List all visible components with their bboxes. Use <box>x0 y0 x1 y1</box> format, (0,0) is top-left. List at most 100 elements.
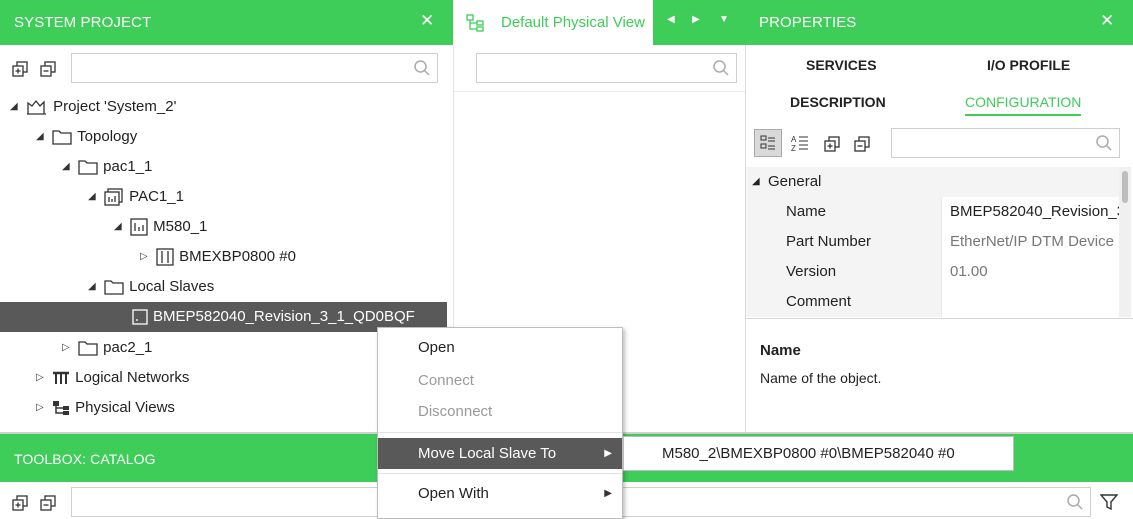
menu-item-label: Move Local Slave To <box>418 445 557 462</box>
submenu-arrow-icon: ▶ <box>604 488 612 499</box>
folder-icon <box>52 130 72 145</box>
tree-item-local-slaves[interactable]: ◢ Local Slaves <box>88 272 214 302</box>
folder-icon <box>78 160 98 175</box>
tab-next-icon[interactable]: ▶ <box>692 14 700 25</box>
search-icon <box>1096 135 1112 151</box>
collapse-all-icon[interactable] <box>854 136 871 153</box>
tab-services[interactable]: SERVICES <box>806 57 877 73</box>
search-icon <box>414 60 430 76</box>
property-row-part-number[interactable]: Part Number EtherNet/IP DTM Device <box>746 227 1119 257</box>
svg-text:A: A <box>791 135 797 144</box>
menu-item-open[interactable]: Open <box>378 332 622 363</box>
submenu-item-label: M580_2\BMEXBP0800 #0\BMEP582040 #0 <box>662 445 955 462</box>
tree-item-physical-views[interactable]: ▷ Physical Views <box>36 393 175 423</box>
tree-item-label: Logical Networks <box>75 369 190 386</box>
property-grid-scrollbar[interactable] <box>1119 167 1131 317</box>
sort-alphabetical-icon[interactable]: AZ <box>791 134 809 152</box>
property-group-general[interactable]: ◢ General <box>746 167 1119 197</box>
search-icon <box>713 60 729 76</box>
tab-prev-icon[interactable]: ◀ <box>667 14 675 25</box>
property-value: 01.00 <box>941 257 1119 287</box>
properties-search-input[interactable] <box>891 128 1120 158</box>
expand-all-icon[interactable] <box>12 495 29 512</box>
tab-default-physical-view[interactable]: Default Physical View <box>453 0 653 45</box>
collapse-arrow-icon[interactable]: ◢ <box>36 122 48 152</box>
tree-item-label: PAC1_1 <box>129 188 184 205</box>
search-icon <box>1067 494 1083 510</box>
folder-icon <box>78 341 98 356</box>
system-project-search-input[interactable] <box>71 53 438 83</box>
property-key: Name <box>786 203 827 220</box>
expand-all-icon[interactable] <box>12 61 29 78</box>
rack-icon <box>156 248 174 266</box>
tree-item-label: Project 'System_2' <box>53 98 177 115</box>
property-value[interactable] <box>941 287 1119 317</box>
expand-arrow-icon[interactable]: ▷ <box>62 333 74 363</box>
categorized-view-button[interactable] <box>754 129 782 157</box>
properties-title: PROPERTIES <box>759 14 857 31</box>
module-icon <box>132 309 148 325</box>
tab-description[interactable]: DESCRIPTION <box>790 94 886 110</box>
expand-arrow-icon[interactable]: ▷ <box>36 393 48 423</box>
close-icon[interactable]: ✕ <box>420 11 434 31</box>
collapse-arrow-icon[interactable]: ◢ <box>10 92 22 122</box>
tree-item-label: Physical Views <box>75 399 175 416</box>
folder-icon <box>104 280 124 295</box>
menu-item-connect: Connect <box>418 372 474 389</box>
property-row-version[interactable]: Version 01.00 <box>746 257 1119 287</box>
tab-io-profile[interactable]: I/O PROFILE <box>987 57 1070 73</box>
menu-item-disconnect: Disconnect <box>418 403 493 420</box>
property-key: Part Number <box>786 233 872 250</box>
expand-arrow-icon[interactable]: ▷ <box>140 242 152 272</box>
collapse-arrow-icon[interactable]: ◢ <box>62 152 74 182</box>
property-row-comment[interactable]: Comment <box>746 287 1119 317</box>
cpu-icon <box>130 218 148 236</box>
menu-item-move-local-slave-to[interactable]: Move Local Slave To ▶ <box>378 438 622 469</box>
property-value: EtherNet/IP DTM Device <box>941 227 1119 257</box>
project-icon <box>27 99 47 115</box>
tree-item-label: BMEP582040_Revision_3_1_QD0BQF <box>153 308 415 325</box>
tab-list-icon[interactable]: ▼ <box>719 14 729 25</box>
menu-item-label: Open With <box>418 485 489 502</box>
tab-configuration[interactable]: CONFIGURATION <box>965 94 1082 116</box>
collapse-arrow-icon[interactable]: ◢ <box>88 272 100 302</box>
properties-header: PROPERTIES ✕ <box>745 0 1133 45</box>
collapse-arrow-icon[interactable]: ◢ <box>88 182 100 212</box>
collapse-arrow-icon[interactable]: ◢ <box>114 212 126 242</box>
scrollbar-thumb[interactable] <box>1122 171 1128 203</box>
tree-item-pac1-device[interactable]: ◢ PAC1_1 <box>88 182 184 212</box>
properties-panel: SERVICES I/O PROFILE DESCRIPTION CONFIGU… <box>745 45 1133 432</box>
physical-views-icon <box>53 401 70 416</box>
tree-item-label: BMEXBP0800 #0 <box>179 248 296 265</box>
expand-arrow-icon[interactable]: ▷ <box>36 363 48 393</box>
controller-icon <box>104 188 123 206</box>
menu-item-open-with[interactable]: Open With ▶ <box>378 478 622 509</box>
tree-item-label: pac2_1 <box>103 339 153 356</box>
collapse-all-icon[interactable] <box>40 495 57 512</box>
tree-item-topology[interactable]: ◢ Topology <box>36 122 137 152</box>
collapse-all-icon[interactable] <box>40 61 57 78</box>
filter-icon[interactable] <box>1100 493 1118 511</box>
menu-separator <box>378 473 622 474</box>
property-value[interactable]: BMEP582040_Revision_3_ <box>941 197 1119 227</box>
tree-item-logical-networks[interactable]: ▷ Logical Networks <box>36 363 189 393</box>
description-text: Name of the object. <box>760 370 882 386</box>
tree-item-label: pac1_1 <box>103 158 153 175</box>
tree-item-pac1-1[interactable]: ◢ pac1_1 <box>62 152 152 182</box>
context-menu: Open Connect Disconnect Move Local Slave… <box>377 327 623 519</box>
tree-item-pac2-1[interactable]: ▷ pac2_1 <box>62 333 152 363</box>
toolbox-catalog-title: TOOLBOX: CATALOG <box>14 451 156 467</box>
tree-item-m580[interactable]: ◢ M580_1 <box>114 212 207 242</box>
physical-view-icon <box>466 14 484 32</box>
tree-item-bmexbp0800[interactable]: ▷ BMEXBP0800 #0 <box>140 242 296 272</box>
expand-all-icon[interactable] <box>824 136 841 153</box>
close-icon[interactable]: ✕ <box>1100 11 1114 31</box>
physical-view-search-input[interactable] <box>476 53 737 83</box>
property-row-name[interactable]: Name BMEP582040_Revision_3_ <box>746 197 1119 227</box>
submenu-move-target[interactable]: M580_2\BMEXBP0800 #0\BMEP582040 #0 <box>623 436 1014 471</box>
divider <box>746 318 1133 319</box>
collapse-arrow-icon[interactable]: ◢ <box>752 167 760 197</box>
tree-item-label: M580_1 <box>153 218 208 235</box>
property-key: Version <box>786 263 837 280</box>
tree-item-project[interactable]: ◢ Project 'System_2' <box>10 92 176 122</box>
